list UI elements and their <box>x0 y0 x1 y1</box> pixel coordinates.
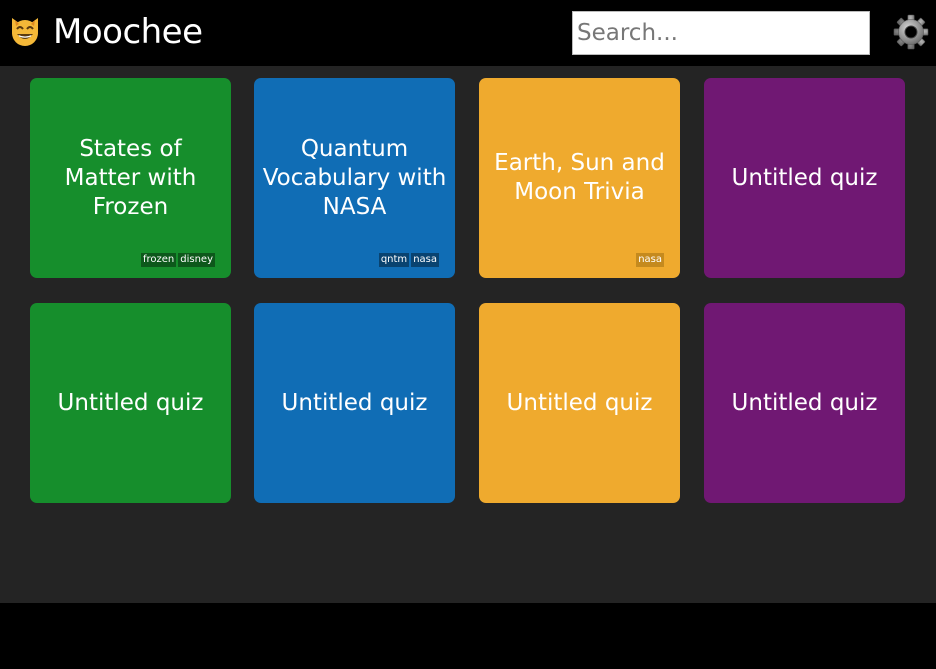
quiz-title: States of Matter with Frozen <box>64 135 197 220</box>
tag-badge[interactable]: qntm <box>378 253 410 267</box>
quiz-title: Quantum Vocabulary with NASA <box>262 135 447 220</box>
quiz-tile[interactable]: Untitled quiz <box>30 303 231 503</box>
search-input[interactable] <box>572 11 870 55</box>
quiz-title: Untitled quiz <box>506 389 653 416</box>
quiz-grid: States of Matter with Frozen frozen disn… <box>0 66 936 603</box>
quiz-tile[interactable]: Earth, Sun and Moon Trivia nasa <box>479 78 680 278</box>
app-title[interactable]: Moochee <box>53 11 203 53</box>
header-bar: Moochee <box>0 0 936 66</box>
tag-list: frozen disney <box>140 253 215 267</box>
quiz-tile[interactable]: Untitled quiz <box>254 303 455 503</box>
quiz-title: Untitled quiz <box>731 389 878 416</box>
footer-bar <box>0 603 936 669</box>
tag-badge[interactable]: nasa <box>411 253 439 267</box>
quiz-tile[interactable]: Untitled quiz <box>479 303 680 503</box>
quiz-tile[interactable]: Quantum Vocabulary with NASA qntm nasa <box>254 78 455 278</box>
tag-badge[interactable]: frozen <box>140 253 177 267</box>
quiz-title: Untitled quiz <box>281 389 428 416</box>
quiz-title: Earth, Sun and Moon Trivia <box>494 150 665 205</box>
gear-icon[interactable] <box>893 14 929 50</box>
quiz-tile[interactable]: Untitled quiz <box>704 303 905 503</box>
tag-list: qntm nasa <box>378 253 439 267</box>
tag-badge[interactable]: nasa <box>636 253 664 267</box>
quiz-tile[interactable]: States of Matter with Frozen frozen disn… <box>30 78 231 278</box>
quiz-tile[interactable]: Untitled quiz <box>704 78 905 278</box>
grinning-cat-icon <box>12 18 38 46</box>
quiz-title: Untitled quiz <box>57 389 204 416</box>
tag-badge[interactable]: disney <box>178 253 215 267</box>
quiz-title: Untitled quiz <box>731 164 878 191</box>
tag-list: nasa <box>636 253 664 267</box>
